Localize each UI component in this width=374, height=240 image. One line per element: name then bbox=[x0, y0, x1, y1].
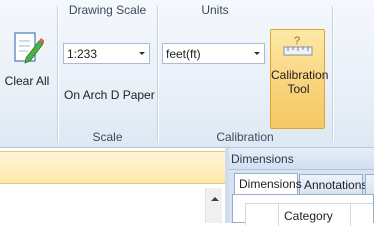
calibration-tool-button[interactable]: ? Calibration Tool bbox=[270, 29, 329, 129]
chevron-down-icon[interactable] bbox=[139, 52, 145, 55]
clear-all-button[interactable]: Clear All bbox=[2, 28, 52, 98]
tab-annotations[interactable]: Annotations bbox=[299, 174, 367, 194]
ribbon: Clear All Drawing Scale 1:233 On Arch D … bbox=[0, 0, 374, 148]
drawing-scale-title: Drawing Scale bbox=[68, 3, 147, 17]
grid-header: Category bbox=[245, 203, 373, 226]
calibration-tool-label-line1: Calibration bbox=[271, 68, 329, 82]
calibration-tool-label: Calibration Tool bbox=[271, 68, 329, 96]
drawing-scale-value: 1:233 bbox=[67, 47, 98, 61]
clear-all-label: Clear All bbox=[4, 74, 50, 88]
ruler-question-icon: ? bbox=[283, 35, 313, 56]
grid-column-divider bbox=[350, 204, 351, 226]
scale-group-label: Scale bbox=[92, 130, 123, 144]
vertical-scrollbar[interactable] bbox=[205, 188, 222, 223]
chevron-down-icon[interactable] bbox=[254, 52, 260, 55]
document-pane bbox=[0, 148, 225, 223]
dimensions-panel-title: Dimensions bbox=[231, 152, 294, 166]
dimensions-panel-header: Dimensions bbox=[229, 148, 374, 170]
scroll-up-icon[interactable] bbox=[211, 197, 219, 201]
dimensions-tab-body: Category bbox=[232, 194, 374, 226]
ribbon-separator bbox=[332, 6, 333, 142]
calibration-tool-label-line2: Tool bbox=[287, 82, 310, 96]
ribbon-separator bbox=[57, 6, 58, 142]
calibration-group-label: Calibration bbox=[216, 130, 274, 144]
document-pane-header bbox=[0, 151, 225, 184]
ribbon-separator bbox=[157, 6, 158, 142]
units-combo[interactable]: feet(ft) bbox=[162, 43, 265, 64]
document-pencil-icon bbox=[14, 32, 44, 64]
units-title: Units bbox=[201, 3, 229, 17]
paper-size-text: On Arch D Paper bbox=[64, 88, 155, 102]
drawing-scale-combo[interactable]: 1:233 bbox=[63, 43, 150, 64]
units-value: feet(ft) bbox=[166, 47, 201, 61]
svg-text:?: ? bbox=[294, 35, 300, 47]
dimensions-panel: Dimensions Dimensions Annotations Catego… bbox=[229, 148, 374, 226]
grid-column-category[interactable]: Category bbox=[284, 209, 333, 223]
tab-overflow[interactable] bbox=[365, 174, 374, 194]
dimensions-tabstrip: Dimensions Annotations bbox=[229, 170, 374, 194]
tab-dimensions[interactable]: Dimensions bbox=[234, 173, 302, 194]
grid-corner-cell bbox=[246, 204, 279, 226]
